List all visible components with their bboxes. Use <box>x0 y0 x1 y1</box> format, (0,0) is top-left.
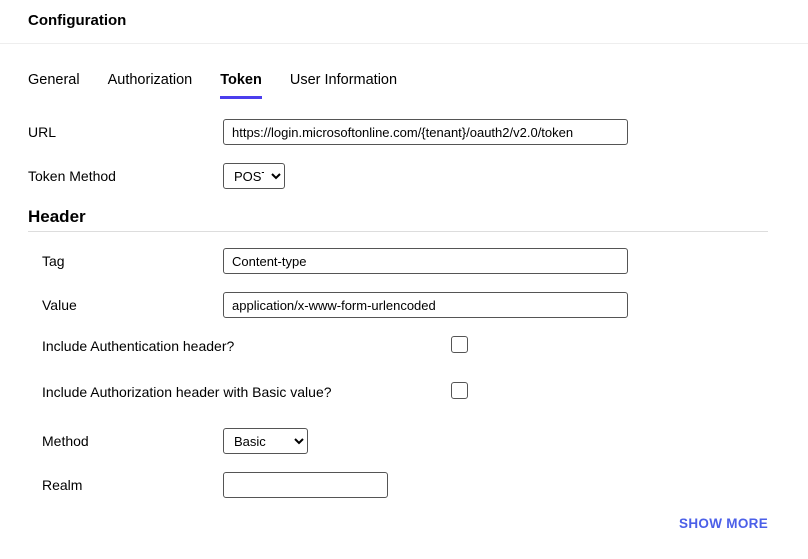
value-label: Value <box>42 297 223 313</box>
section-divider <box>28 231 768 232</box>
realm-input[interactable] <box>223 472 388 498</box>
url-input[interactable] <box>223 119 628 145</box>
include-auth-header-label: Include Authentication header? <box>42 338 234 354</box>
page-title: Configuration <box>0 12 808 43</box>
include-auth-header-checkbox[interactable] <box>451 336 468 353</box>
token-method-label: Token Method <box>28 168 223 184</box>
tab-user-information[interactable]: User Information <box>290 72 397 99</box>
tabs: General Authorization Token User Informa… <box>0 44 808 99</box>
url-label: URL <box>28 124 223 140</box>
method-label: Method <box>42 433 223 449</box>
header-section-title: Header <box>28 207 768 227</box>
tab-authorization[interactable]: Authorization <box>108 72 193 99</box>
value-input[interactable] <box>223 292 628 318</box>
realm-label: Realm <box>42 477 223 493</box>
method-select[interactable]: Basic <box>223 428 308 454</box>
tag-label: Tag <box>42 253 223 269</box>
show-more-button[interactable]: SHOW MORE <box>0 498 808 531</box>
include-basic-label: Include Authorization header with Basic … <box>42 384 332 400</box>
tag-input[interactable] <box>223 248 628 274</box>
tab-token[interactable]: Token <box>220 72 262 99</box>
token-method-select[interactable]: POST <box>223 163 285 189</box>
tab-general[interactable]: General <box>28 72 80 99</box>
include-basic-checkbox[interactable] <box>451 382 468 399</box>
